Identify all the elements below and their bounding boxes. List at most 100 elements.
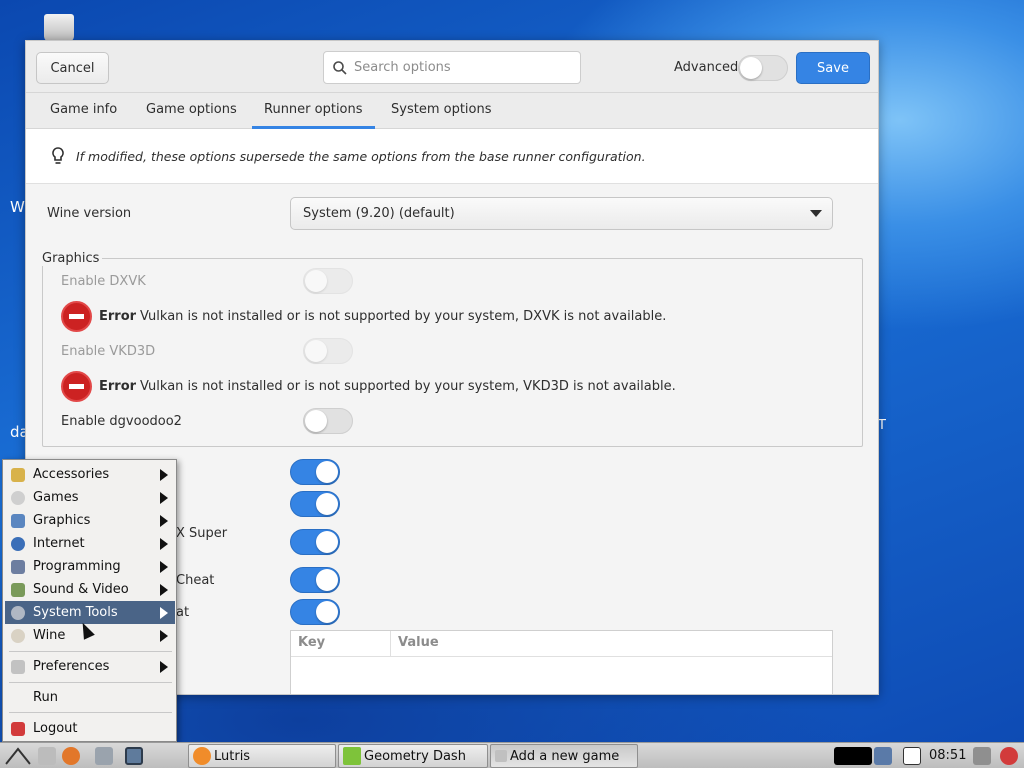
toggle-knob [316, 461, 338, 483]
menu-item-logout[interactable]: Logout [5, 717, 175, 740]
power-icon[interactable] [1000, 747, 1018, 765]
menu-item-label: Games [33, 490, 79, 505]
menu-item-label: Graphics [33, 513, 91, 528]
task-label: Geometry Dash [364, 748, 466, 764]
window-icon [495, 750, 507, 762]
menu-item-label: Accessories [33, 467, 110, 482]
submenu-arrow-icon [160, 630, 168, 642]
task-add-new-game[interactable]: Add a new game [490, 744, 638, 768]
task-lutris[interactable]: Lutris [188, 744, 336, 768]
menu-item-preferences[interactable]: Preferences [5, 655, 175, 678]
lightbulb-icon [52, 147, 64, 164]
enable-dxvk-toggle[interactable] [303, 268, 353, 294]
graphics-icon [11, 513, 25, 528]
submenu-arrow-icon [160, 561, 168, 573]
menu-separator [9, 712, 172, 713]
enable-dxvk-label: Enable DXVK [61, 274, 146, 289]
sound-video-icon [11, 582, 25, 597]
lutris-icon [193, 747, 211, 765]
submenu-arrow-icon [160, 515, 168, 527]
menu-separator [9, 682, 172, 683]
tab-runner-options[interactable]: Runner options [252, 93, 375, 129]
option-toggle-5[interactable] [290, 599, 340, 625]
search-icon [333, 60, 347, 75]
preferences-icon [11, 659, 25, 674]
value-column-header[interactable]: Value [391, 631, 446, 656]
programming-icon [11, 559, 25, 574]
menu-item-accessories[interactable]: Accessories [5, 463, 175, 486]
save-button[interactable]: Save [796, 52, 870, 84]
tab-system-options[interactable]: System options [379, 93, 504, 129]
key-column-header[interactable]: Key [291, 631, 391, 656]
menu-item-internet[interactable]: Internet [5, 532, 175, 555]
option-toggle-3[interactable] [290, 529, 340, 555]
environment-variables-table[interactable]: Key Value [290, 630, 833, 694]
menu-item-system-tools[interactable]: System Tools [5, 601, 175, 624]
clock[interactable]: 08:51 [929, 748, 966, 763]
wine-version-label: Wine version [47, 206, 132, 221]
cancel-button[interactable]: Cancel [36, 52, 109, 84]
menu-item-label: Programming [33, 559, 121, 574]
table-header: Key Value [291, 631, 832, 657]
menu-item-label: System Tools [33, 605, 118, 620]
enable-vkd3d-toggle[interactable] [303, 338, 353, 364]
error-icon [61, 301, 92, 332]
submenu-arrow-icon [160, 469, 168, 481]
dxvk-error-message: Error Vulkan is not installed or is not … [61, 301, 666, 332]
system-tools-icon [11, 605, 25, 620]
file-manager-icon[interactable] [38, 747, 56, 765]
wine-version-dropdown[interactable]: System (9.20) (default) [290, 197, 833, 230]
option-toggle-1[interactable] [290, 459, 340, 485]
dxvk-error-text: Vulkan is not installed or is not suppor… [140, 309, 667, 324]
menu-item-programming[interactable]: Programming [5, 555, 175, 578]
search-box[interactable] [323, 51, 581, 84]
toggle-knob [316, 493, 338, 515]
tab-game-info[interactable]: Game info [38, 93, 129, 129]
menu-item-label: Preferences [33, 659, 110, 674]
toggle-knob [305, 270, 327, 292]
menu-item-sound-video[interactable]: Sound & Video [5, 578, 175, 601]
menu-item-graphics[interactable]: Graphics [5, 509, 175, 532]
toggle-knob [316, 601, 338, 623]
error-icon [61, 371, 92, 402]
desktop-partial-text-3: T [878, 418, 886, 433]
start-menu-icon[interactable] [5, 747, 31, 765]
screen-icon[interactable] [973, 747, 991, 765]
run-icon [11, 691, 25, 705]
menu-item-run[interactable]: Run [5, 686, 175, 709]
show-desktop-icon[interactable] [125, 747, 143, 765]
taskbar: Lutris Geometry Dash Add a new game 08:5… [0, 742, 1024, 768]
submenu-arrow-icon [160, 584, 168, 596]
toggle-knob [316, 531, 338, 553]
toggle-knob [740, 57, 762, 79]
switch-user-icon[interactable] [903, 747, 921, 765]
menu-separator [9, 651, 172, 652]
dialog-header: Cancel Advanced Save [26, 41, 878, 93]
logout-icon [11, 721, 25, 736]
partial-option-label-3: at [176, 605, 190, 620]
trash-icon[interactable] [44, 14, 74, 42]
vkd3d-error-text: Vulkan is not installed or is not suppor… [140, 379, 676, 394]
task-geometry-dash[interactable]: Geometry Dash [338, 744, 488, 768]
toggle-knob [305, 410, 327, 432]
advanced-toggle[interactable] [738, 55, 788, 81]
submenu-arrow-icon [160, 607, 168, 619]
firefox-icon[interactable] [62, 747, 80, 765]
network-icon[interactable] [874, 747, 892, 765]
tab-game-options[interactable]: Game options [134, 93, 249, 129]
geometry-dash-icon [343, 747, 361, 765]
task-label: Lutris [214, 748, 251, 764]
tab-bar: Game info Game options Runner options Sy… [26, 93, 878, 129]
window-icon[interactable] [95, 747, 113, 765]
enable-dgvoodoo2-toggle[interactable] [303, 408, 353, 434]
option-toggle-4[interactable] [290, 567, 340, 593]
menu-item-label: Run [33, 690, 58, 705]
partial-option-label-1: X Super [176, 526, 228, 541]
wine-version-value: System (9.20) (default) [303, 206, 455, 221]
search-input[interactable] [354, 60, 554, 75]
option-toggle-2[interactable] [290, 491, 340, 517]
menu-item-label: Wine [33, 628, 66, 643]
toggle-knob [305, 340, 327, 362]
menu-item-label: Logout [33, 721, 78, 736]
menu-item-games[interactable]: Games [5, 486, 175, 509]
